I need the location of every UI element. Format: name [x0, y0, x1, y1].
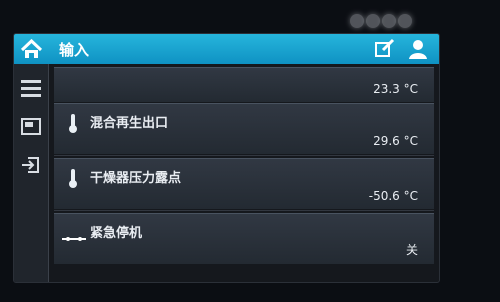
device-indicator-lights — [350, 8, 412, 34]
row-label: 紧急停机 — [90, 226, 143, 241]
value-text: 关 — [405, 243, 418, 257]
value-text: 23.3 °C — [373, 82, 418, 96]
menu-button[interactable] — [19, 77, 43, 99]
edit-button[interactable] — [373, 38, 397, 60]
user-button[interactable] — [407, 38, 429, 60]
indicator-light — [366, 14, 380, 28]
list-item[interactable]: 紧急停机 关 — [54, 213, 434, 264]
page-title: 输入 — [59, 40, 90, 59]
title-bar: 输入 — [14, 34, 439, 64]
value-text: 29.6 °C — [373, 134, 418, 148]
hmi-screen: 输入 23.3 °C 混合再生出口 29.6 °C 干燥器压力露点 -50.6 … — [13, 33, 440, 283]
input-list: 23.3 °C 混合再生出口 29.6 °C 干燥器压力露点 -50.6 °C — [54, 67, 434, 279]
screen-button[interactable] — [19, 116, 43, 138]
row-label: 干燥器压力露点 — [90, 171, 182, 186]
login-icon — [22, 157, 39, 173]
stop-line-icon — [62, 229, 86, 241]
indicator-light — [350, 14, 364, 28]
screen-icon — [21, 118, 41, 135]
value-text: -50.6 °C — [368, 189, 418, 203]
home-icon — [20, 38, 43, 58]
indicator-light — [398, 14, 412, 28]
thermometer-icon — [67, 167, 79, 189]
sidebar — [14, 64, 49, 282]
row-label: 混合再生出口 — [90, 116, 169, 131]
list-item[interactable]: 23.3 °C — [54, 67, 434, 102]
home-button[interactable] — [19, 38, 44, 60]
edit-icon — [375, 38, 395, 57]
indicator-light — [382, 14, 396, 28]
list-item[interactable]: 干燥器压力露点 -50.6 °C — [54, 158, 434, 209]
login-button[interactable] — [19, 154, 43, 176]
user-icon — [409, 40, 427, 59]
thermometer-icon — [67, 112, 79, 134]
list-item[interactable]: 混合再生出口 29.6 °C — [54, 103, 434, 154]
menu-icon — [21, 80, 41, 97]
